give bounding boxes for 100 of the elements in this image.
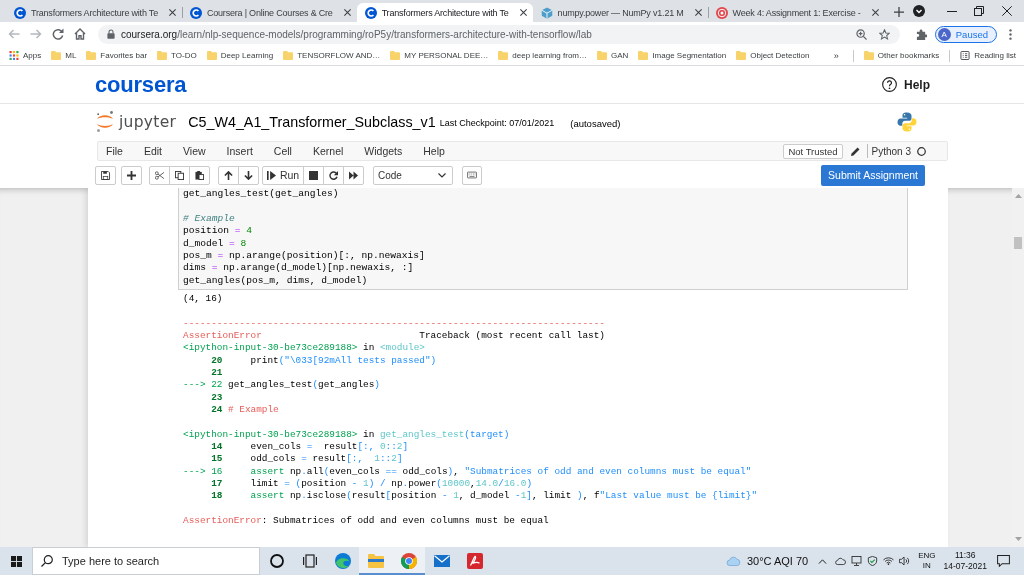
menu-item[interactable]: View xyxy=(183,145,206,157)
close-icon[interactable] xyxy=(1002,6,1012,16)
star-icon[interactable] xyxy=(878,28,890,40)
folder-icon xyxy=(283,51,294,60)
address-bar[interactable]: coursera.org/learn/nlp-sequence-models/programming/roP5y/transformers-architecture-with-tensorflow/lab xyxy=(98,24,900,44)
close-icon[interactable] xyxy=(694,9,702,16)
close-icon[interactable] xyxy=(871,9,879,16)
minimize-icon[interactable] xyxy=(947,10,957,12)
browser-tab[interactable]: Transformers Architecture with Te xyxy=(6,3,182,22)
trust-button[interactable]: Not Trusted xyxy=(783,143,843,159)
command-palette-button[interactable] xyxy=(462,165,482,185)
restore-icon[interactable] xyxy=(974,6,984,16)
traceback-line: AssertionError Traceback (most recent call last) xyxy=(183,329,605,343)
paste-button[interactable] xyxy=(189,165,210,185)
menu-item[interactable]: Help xyxy=(423,145,445,157)
browser-tab[interactable]: Transformers Architecture with Te xyxy=(356,3,533,22)
menu-item[interactable]: Cell xyxy=(273,145,292,157)
bookmark[interactable]: TENSORFLOW AND… xyxy=(283,51,381,60)
brand-name: jupyter xyxy=(119,112,177,131)
more-icon[interactable] xyxy=(1009,28,1012,40)
zoom-in-icon[interactable] xyxy=(855,28,867,40)
run-button[interactable]: Run xyxy=(262,165,304,185)
up-arrow-icon xyxy=(224,170,233,180)
copy-button[interactable] xyxy=(169,165,190,185)
output-text: (4, 16) xyxy=(183,293,223,306)
bookmark[interactable]: Other bookmarks xyxy=(863,51,940,60)
speaker-icon[interactable] xyxy=(899,556,911,566)
stop-button[interactable] xyxy=(303,165,324,185)
puzzle-icon[interactable] xyxy=(915,28,927,40)
plus-icon[interactable] xyxy=(893,7,904,17)
traceback-line: 18 assert np.isclose(result[position - 1, d_model -1], limit ), f"Last value must be {limit}" xyxy=(210,490,758,503)
dropdown-circle-icon[interactable] xyxy=(913,5,925,17)
cloud-icon[interactable] xyxy=(835,556,847,566)
shield-check-icon[interactable] xyxy=(867,556,879,566)
kernel-name: Python 3 xyxy=(871,145,911,157)
save-button[interactable] xyxy=(95,165,116,185)
notebook-title[interactable]: C5_W4_A1_Transformer_Subclass_v1 xyxy=(188,113,436,130)
code-line: # Example xyxy=(183,212,235,226)
autosave-status: (autosaved) xyxy=(570,117,621,129)
bookmark[interactable]: GAN xyxy=(597,51,629,60)
menu-item[interactable]: Edit xyxy=(143,145,162,157)
caret-up-icon[interactable] xyxy=(818,558,828,564)
bookmark[interactable]: Reading list xyxy=(960,51,1016,60)
wifi-icon[interactable] xyxy=(883,556,895,566)
clock-time[interactable]: 11:36 xyxy=(954,550,976,561)
menu-item[interactable]: File xyxy=(106,145,123,157)
submit-button[interactable]: Submit Assignment xyxy=(821,164,925,186)
monitor-icon[interactable] xyxy=(851,556,863,566)
restart-button[interactable] xyxy=(323,165,344,185)
home-icon[interactable] xyxy=(74,28,86,40)
bookmark[interactable]: Favorites bar xyxy=(86,51,148,60)
site-logo[interactable]: coursera xyxy=(95,71,187,98)
reload-icon[interactable] xyxy=(52,28,64,40)
weather-text[interactable]: 30°C AQI 70 xyxy=(746,555,809,567)
browser-tab[interactable]: Coursera | Online Courses & Cre xyxy=(181,3,357,22)
save-icon xyxy=(101,170,110,180)
bookmark[interactable]: MY PERSONAL DEE… xyxy=(390,51,489,60)
bookmark[interactable]: Image Segmentation xyxy=(638,51,727,60)
browser-tab[interactable]: Week 4: Assignment 1: Exercise - xyxy=(707,3,885,22)
close-icon[interactable] xyxy=(168,9,176,16)
bookmark[interactable]: TO-DO xyxy=(157,51,197,60)
lock-icon xyxy=(107,29,115,39)
close-icon[interactable] xyxy=(343,9,351,16)
region-text[interactable]: IN xyxy=(922,561,931,571)
restart-icon xyxy=(329,170,338,180)
snake-logo-icon xyxy=(897,111,917,132)
scrollbar-thumb[interactable] xyxy=(1014,237,1022,249)
move-down-button[interactable] xyxy=(238,165,259,185)
menu-item[interactable]: Widgets xyxy=(364,145,403,157)
folder-icon xyxy=(86,51,97,60)
arcs-logo-icon[interactable] xyxy=(96,111,114,132)
keyboard-icon xyxy=(467,171,477,179)
traceback-line: <ipython-input-30-be73ce289188> in <module> xyxy=(183,342,425,355)
code-line: get_angles(pos_m, dims, d_model) xyxy=(183,274,368,288)
bookmark[interactable]: Deep Learning xyxy=(206,51,274,60)
bookmark[interactable]: Object Detection xyxy=(736,51,810,60)
bookmark[interactable]: ML xyxy=(51,51,77,60)
bookmark[interactable]: deep learning from… xyxy=(498,51,588,60)
cell-type-select[interactable]: Code xyxy=(373,165,453,185)
start-icon[interactable] xyxy=(10,555,22,567)
insert-cell-button[interactable] xyxy=(121,165,142,185)
profile-button[interactable]: A Paused xyxy=(934,25,997,43)
run-all-button[interactable] xyxy=(343,165,364,185)
menu-item[interactable]: Kernel xyxy=(312,145,344,157)
code-cell[interactable]: get_angles_test(get_angles) # Example position = 4 d_model = 8 pos_m = np.arange(position)[:, np.newaxis] dims = np.arange(d_model)[np.newaxis, :] get_angles(pos_m, dims, d_model) xyxy=(178,188,908,291)
help-link[interactable]: Help xyxy=(882,77,930,92)
notification-icon[interactable] xyxy=(997,555,1010,567)
more-bookmarks-button[interactable]: » xyxy=(829,50,843,61)
pencil-icon[interactable] xyxy=(850,146,860,156)
search-field[interactable]: Type here to search xyxy=(32,547,260,575)
cut-button[interactable] xyxy=(149,165,170,185)
traceback-line: 15 odd_cols = result[:, 1::2] xyxy=(210,453,403,466)
bookmark[interactable]: Apps xyxy=(9,51,42,60)
menu-item[interactable]: Insert xyxy=(226,145,253,157)
browser-tab[interactable]: numpy.power — NumPy v1.21 M xyxy=(532,3,708,22)
language-text[interactable]: ENG xyxy=(918,551,936,561)
folder-icon xyxy=(51,51,62,60)
move-up-button[interactable] xyxy=(218,165,239,185)
clock-date[interactable]: 14-07-2021 xyxy=(943,561,987,572)
close-icon[interactable] xyxy=(519,9,527,16)
